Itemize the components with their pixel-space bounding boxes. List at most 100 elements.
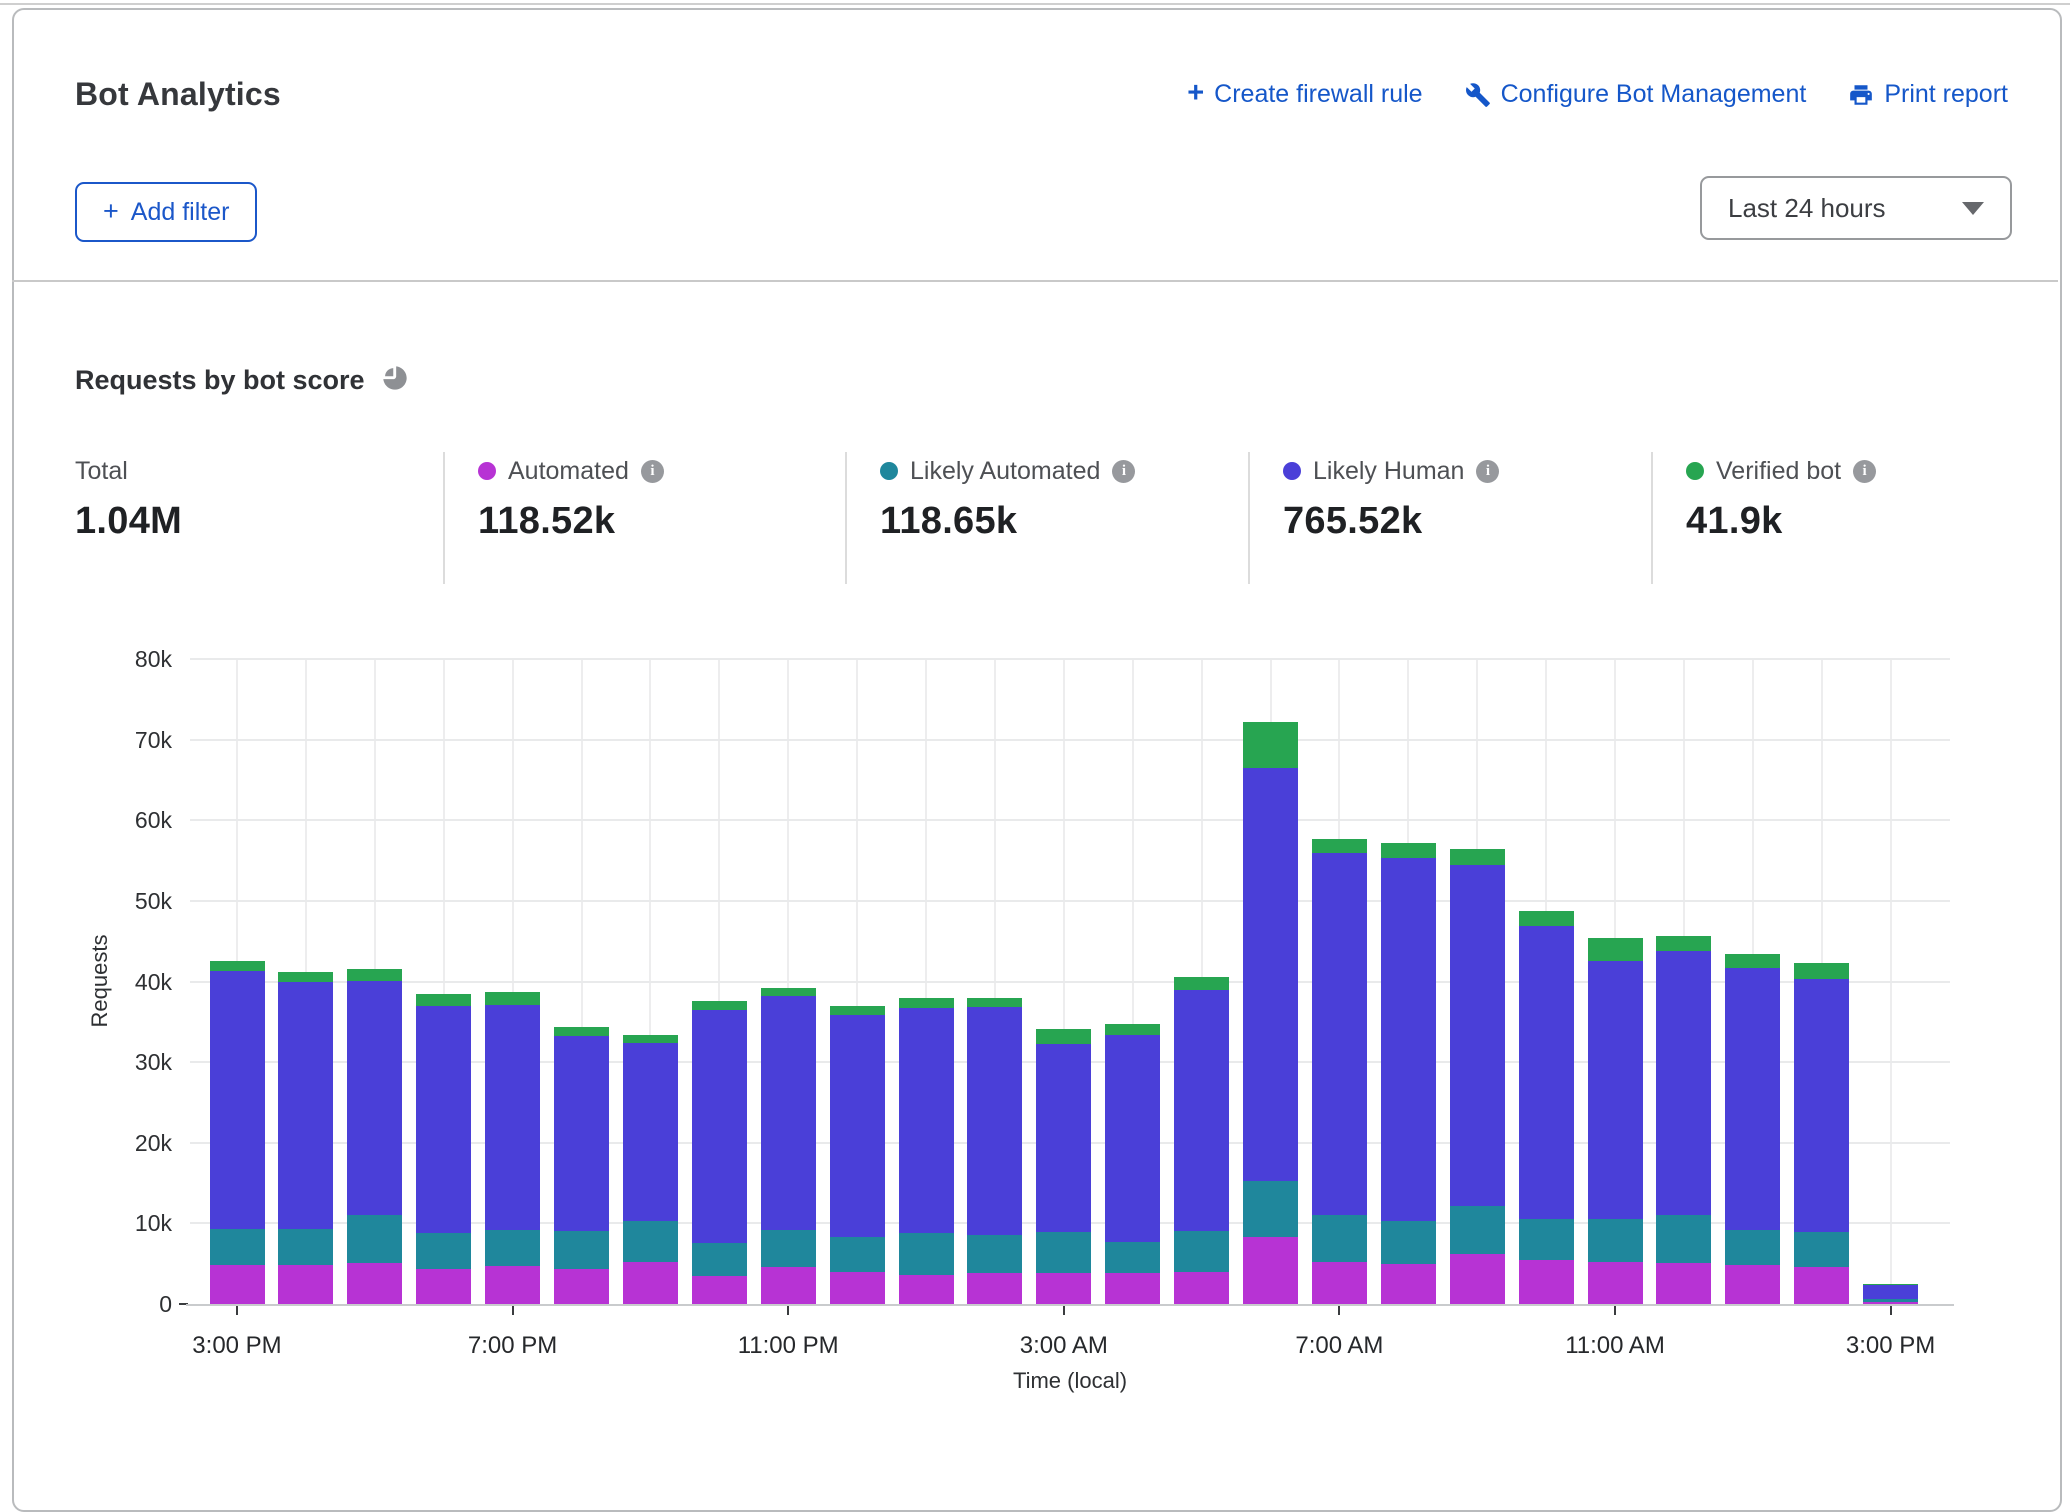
- bar-segment-automated: [210, 1265, 265, 1304]
- bar-segment-likely-human: [1450, 865, 1505, 1207]
- bar-segment-likely-automated: [1450, 1206, 1505, 1254]
- bar-segment-likely-human: [692, 1010, 747, 1243]
- bar-segment-verified-bot: [347, 969, 402, 981]
- bar-segment-verified-bot: [1863, 1284, 1918, 1285]
- bar-segment-automated: [1656, 1263, 1711, 1304]
- bar-segment-likely-human: [1725, 968, 1780, 1230]
- bar-segment-verified-bot: [1105, 1024, 1160, 1034]
- bar-segment-automated: [1381, 1264, 1436, 1304]
- bar-segment-likely-automated: [1519, 1219, 1574, 1260]
- bar-segment-automated: [899, 1275, 954, 1304]
- bar-segment-verified-bot: [1588, 938, 1643, 961]
- bar-segment-likely-human: [761, 996, 816, 1230]
- bar-segment-automated: [554, 1269, 609, 1304]
- bar-segment-verified-bot: [1036, 1029, 1091, 1044]
- bar-segment-verified-bot: [830, 1006, 885, 1015]
- x-axis-tick-label: 3:00 PM: [157, 1332, 317, 1360]
- bar-segment-likely-automated: [210, 1229, 265, 1265]
- horizontal-gridline: [190, 739, 1950, 741]
- y-axis-tick-label: 10k: [86, 1210, 172, 1237]
- bar-segment-automated: [1105, 1273, 1160, 1304]
- bar-segment-likely-automated: [1243, 1181, 1298, 1237]
- bar-segment-likely-automated: [1656, 1215, 1711, 1263]
- bar-segment-likely-human: [1174, 990, 1229, 1232]
- bar-segment-automated: [1312, 1262, 1367, 1304]
- bar-segment-likely-automated: [1312, 1215, 1367, 1262]
- horizontal-gridline: [190, 900, 1950, 902]
- bar-segment-likely-human: [347, 981, 402, 1216]
- y-axis-tick-label: 0: [86, 1291, 172, 1318]
- bar-segment-likely-automated: [554, 1231, 609, 1268]
- x-axis-tick: [1890, 1306, 1892, 1315]
- x-axis-tick-label: 3:00 AM: [984, 1332, 1144, 1360]
- x-axis-tick: [236, 1306, 238, 1315]
- bar-segment-automated: [1036, 1273, 1091, 1304]
- bar-segment-likely-automated: [967, 1235, 1022, 1274]
- bar-segment-likely-automated: [1588, 1219, 1643, 1262]
- bar-segment-automated: [347, 1263, 402, 1304]
- bar-segment-verified-bot: [967, 998, 1022, 1007]
- x-axis-tick-label: 3:00 PM: [1811, 1332, 1971, 1360]
- bar-segment-likely-automated: [623, 1221, 678, 1262]
- bar-segment-likely-human: [623, 1043, 678, 1221]
- bar-segment-likely-human: [554, 1036, 609, 1231]
- bar-segment-likely-automated: [347, 1215, 402, 1263]
- x-axis-title: Time (local): [920, 1368, 1220, 1394]
- bar-segment-likely-automated: [1863, 1299, 1918, 1301]
- bar-segment-verified-bot: [692, 1001, 747, 1010]
- x-axis-line: [186, 1304, 1954, 1306]
- x-axis-tick: [1338, 1306, 1340, 1315]
- bar-segment-likely-automated: [761, 1230, 816, 1267]
- bar-segment-likely-human: [1036, 1044, 1091, 1232]
- bar-segment-likely-automated: [485, 1230, 540, 1266]
- bar-segment-automated: [830, 1272, 885, 1304]
- horizontal-gridline: [190, 658, 1950, 660]
- bar-segment-automated: [1794, 1267, 1849, 1304]
- bar-segment-verified-bot: [1312, 839, 1367, 854]
- x-axis-tick-label: 7:00 PM: [433, 1332, 593, 1360]
- bar-segment-likely-human: [1105, 1035, 1160, 1242]
- bar-segment-verified-bot: [554, 1027, 609, 1036]
- bar-segment-verified-bot: [1243, 722, 1298, 768]
- bar-segment-likely-automated: [1174, 1231, 1229, 1271]
- bar-segment-verified-bot: [1381, 843, 1436, 858]
- bar-segment-likely-automated: [278, 1229, 333, 1265]
- bar-segment-verified-bot: [1174, 977, 1229, 989]
- bar-segment-automated: [1243, 1237, 1298, 1304]
- bar-segment-verified-bot: [1794, 963, 1849, 979]
- y-axis-tick-label: 30k: [86, 1049, 172, 1076]
- x-axis-tick-label: 11:00 PM: [708, 1332, 868, 1360]
- bar-segment-automated: [1588, 1262, 1643, 1304]
- bar-segment-verified-bot: [1656, 936, 1711, 951]
- bar-segment-verified-bot: [210, 961, 265, 971]
- bar-segment-likely-human: [210, 971, 265, 1229]
- y-axis-tick-label: 80k: [86, 646, 172, 673]
- bar-segment-automated: [416, 1269, 471, 1304]
- bar-segment-verified-bot: [416, 994, 471, 1006]
- bar-segment-automated: [485, 1266, 540, 1304]
- bar-segment-likely-human: [967, 1007, 1022, 1234]
- horizontal-gridline: [190, 819, 1950, 821]
- bar-segment-automated: [1725, 1265, 1780, 1304]
- x-axis-tick-label: 7:00 AM: [1259, 1332, 1419, 1360]
- bar-segment-automated: [761, 1267, 816, 1304]
- bar-segment-verified-bot: [1725, 954, 1780, 968]
- bar-segment-verified-bot: [278, 972, 333, 982]
- bar-segment-likely-human: [1381, 858, 1436, 1221]
- bar-segment-verified-bot: [1450, 849, 1505, 864]
- x-axis-tick: [787, 1306, 789, 1315]
- bar-segment-likely-human: [416, 1006, 471, 1233]
- bar-segment-automated: [1450, 1254, 1505, 1304]
- bar-segment-likely-automated: [1794, 1232, 1849, 1267]
- bar-segment-likely-human: [830, 1015, 885, 1238]
- bar-segment-verified-bot: [761, 988, 816, 996]
- bar-segment-verified-bot: [485, 992, 540, 1005]
- bar-segment-likely-automated: [1036, 1232, 1091, 1273]
- bar-segment-likely-human: [1243, 768, 1298, 1181]
- bar-segment-likely-human: [899, 1008, 954, 1233]
- bar-segment-automated: [1519, 1260, 1574, 1304]
- bar-segment-likely-automated: [830, 1237, 885, 1272]
- bar-segment-likely-automated: [1381, 1221, 1436, 1264]
- y-axis-tick-label: 60k: [86, 807, 172, 834]
- bar-segment-likely-automated: [899, 1233, 954, 1275]
